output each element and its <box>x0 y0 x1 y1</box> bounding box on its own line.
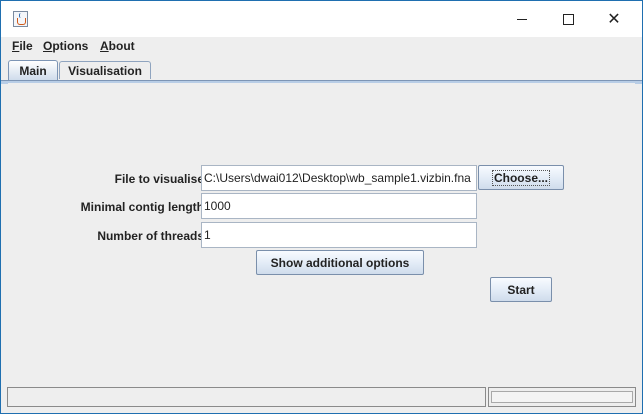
minimal-contig-length-label: Minimal contig length: <box>80 200 208 214</box>
choose-file-button[interactable]: Choose... <box>478 165 564 190</box>
maximize-button[interactable] <box>545 1 591 37</box>
menu-file[interactable]: File <box>12 39 33 53</box>
title-bar[interactable]: ✕ <box>1 1 642 37</box>
main-panel: File to visualise: C:\Users\dwai012\Desk… <box>8 83 635 383</box>
minimize-icon <box>517 18 527 20</box>
tab-visualisation[interactable]: Visualisation <box>59 61 151 79</box>
choose-button-label: Choose... <box>491 169 550 186</box>
close-icon: ✕ <box>607 9 621 28</box>
progress-bar <box>488 387 636 407</box>
minimize-button[interactable] <box>499 1 545 37</box>
maximize-icon <box>562 13 574 25</box>
show-additional-options-button[interactable]: Show additional options <box>256 250 424 275</box>
menu-options[interactable]: Options <box>43 39 88 53</box>
close-button[interactable]: ✕ <box>591 1 637 37</box>
tab-strip: Main Visualisation <box>1 58 642 80</box>
number-of-threads-label: Number of threads: <box>97 229 208 243</box>
tab-main[interactable]: Main <box>8 60 58 80</box>
status-text <box>7 387 486 407</box>
status-bar <box>7 387 636 407</box>
java-cup-icon <box>13 11 28 27</box>
contig-length-field[interactable]: 1000 <box>201 193 477 219</box>
threads-field[interactable]: 1 <box>201 222 477 248</box>
menu-about[interactable]: About <box>100 39 135 53</box>
file-to-visualise-label: File to visualise: <box>114 172 208 186</box>
file-path-field[interactable]: C:\Users\dwai012\Desktop\wb_sample1.vizb… <box>201 165 477 191</box>
menu-bar: File Options About <box>1 37 642 57</box>
start-button[interactable]: Start <box>490 277 552 302</box>
app-window: ✕ File Options About Main Visualisation … <box>0 0 643 414</box>
